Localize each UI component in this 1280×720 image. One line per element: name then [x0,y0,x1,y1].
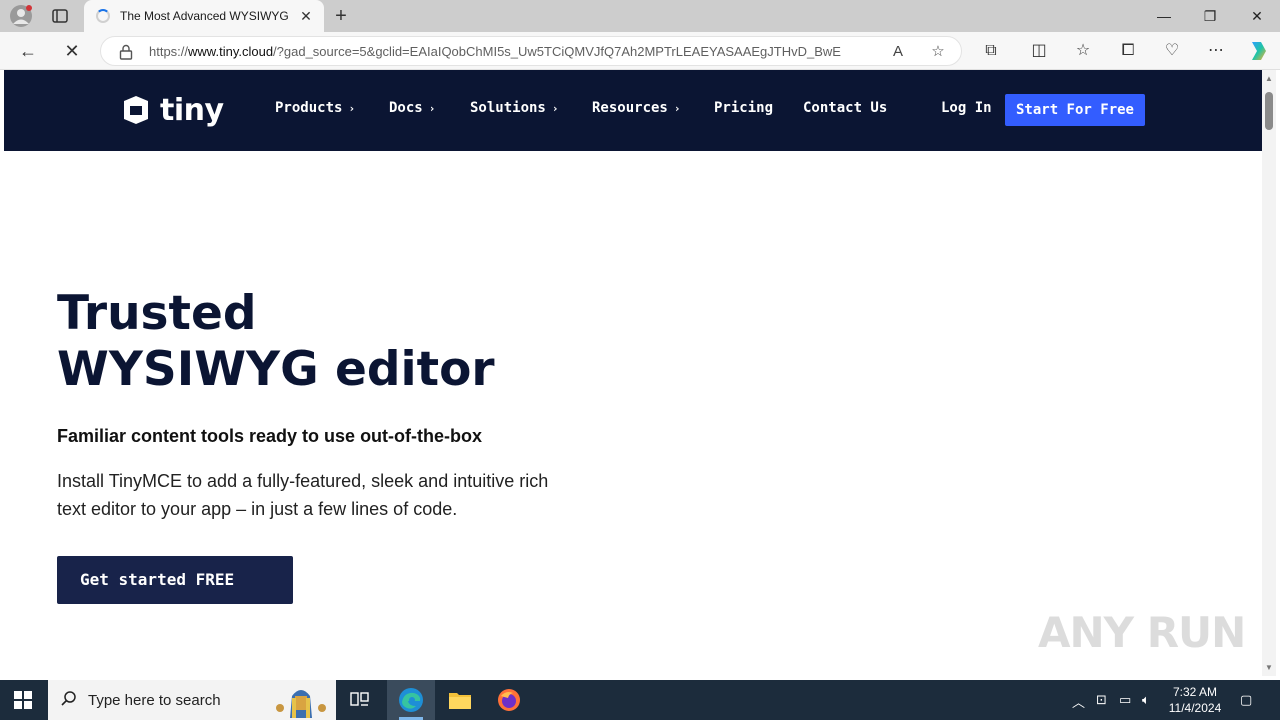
lock-icon[interactable] [119,44,133,60]
nav-docs[interactable]: Docs › [389,100,435,116]
nav-products[interactable]: Products › [275,100,355,116]
tab-close-icon[interactable]: ✕ [298,8,314,24]
hero-title: Trusted WYSIWYG editor [57,286,657,398]
extensions-icon[interactable]: ⧉ [981,41,1001,61]
windows-taskbar: Type here to search ︿ ⊡ ▭ 🔈︎ 7:32 AM 11/… [0,680,1280,720]
back-icon[interactable]: ← [18,41,38,61]
loading-spinner-icon [96,9,110,23]
restore-icon[interactable]: ❐ [1187,0,1233,32]
meet-now-icon[interactable]: ⊡ [1096,692,1107,708]
new-tab-icon[interactable]: + [330,5,352,27]
nav-resources[interactable]: Resources › [592,100,680,116]
site-header: tiny Products › Docs › Solutions › Resource… [4,70,1262,151]
favorites-icon[interactable]: ☆ [1073,41,1093,61]
windows-start-icon[interactable] [14,691,32,709]
tab-actions-icon[interactable] [50,6,70,26]
show-hidden-icons-icon[interactable]: ︿ [1072,692,1085,711]
file-explorer-icon[interactable] [436,680,484,720]
profile-avatar-icon[interactable] [10,5,32,27]
hero-description: Install TinyMCE to add a fully-featured,… [57,471,549,519]
stop-loading-icon[interactable]: ✕ [62,41,82,61]
settings-more-icon[interactable]: ⋯ [1206,41,1226,61]
browser-tab-bar: The Most Advanced WYSIWYG Ed ✕ + — ❐ ✕ [0,0,1280,32]
copilot-icon[interactable] [1246,39,1270,63]
hero-title-line1: Trusted [57,286,257,341]
read-aloud-icon[interactable]: A [889,43,907,61]
network-icon[interactable]: ▭ [1119,692,1131,708]
notifications-icon[interactable]: ▢ [1240,692,1252,708]
anyrun-watermark: ANY RUN [1038,608,1246,657]
scroll-down-arrow-icon[interactable]: ▼ [1265,663,1273,672]
window-close-icon[interactable]: ✕ [1234,0,1280,32]
browser-essentials-icon[interactable]: ♡ [1162,41,1182,61]
task-view-icon[interactable] [336,680,384,720]
taskbar-search-box[interactable]: Type here to search [48,680,336,720]
nav-pricing[interactable]: Pricing [714,100,773,116]
search-placeholder: Type here to search [88,692,221,709]
chevron-right-icon: › [673,102,681,115]
search-icon [61,691,76,706]
volume-icon[interactable]: 🔈︎ [1142,692,1150,708]
clock-date: 11/4/2024 [1168,701,1222,715]
chevron-right-icon: › [428,102,436,115]
hero-subtitle: Familiar content tools ready to use out-… [57,426,483,446]
taskbar-clock[interactable]: 7:32 AM 11/4/2024 [1160,684,1230,716]
page-scrollbar[interactable]: ▲ ▼ [1262,70,1276,676]
clock-time: 7:32 AM [1172,685,1218,699]
get-started-button[interactable]: Get started FREE [57,556,293,604]
minimize-icon[interactable]: — [1141,0,1187,32]
favorite-star-icon[interactable]: ☆ [929,43,947,61]
edge-taskbar-icon[interactable] [387,680,435,720]
web-page: tiny Products › Docs › Solutions › Resource… [4,70,1262,676]
url-text[interactable]: https://www.tiny.cloud/?gad_source=5&gcl… [149,44,869,59]
nav-contact[interactable]: Contact Us [803,100,887,116]
firefox-icon[interactable] [485,680,533,720]
nav-solutions[interactable]: Solutions › [470,100,558,116]
chevron-right-icon: › [348,102,356,115]
login-link[interactable]: Log In [941,100,992,116]
browser-toolbar: ← ✕ https://www.tiny.cloud/?gad_source=5… [0,32,1280,70]
scroll-up-arrow-icon[interactable]: ▲ [1265,74,1273,83]
hero-title-line2: WYSIWYG editor [57,342,495,397]
start-for-free-button[interactable]: Start For Free [1005,94,1145,126]
logo-wordmark: tiny [160,92,224,128]
chevron-right-icon: › [551,102,559,115]
split-screen-icon[interactable]: ◫ [1029,41,1049,61]
search-highlight-pharaoh-icon [276,690,326,718]
tab-title: The Most Advanced WYSIWYG Ed [120,9,290,23]
collections-icon[interactable]: ⧠ [1118,41,1138,61]
tiny-logo[interactable]: tiny [120,92,224,128]
tiny-logo-icon [124,96,148,124]
browser-tab-active[interactable]: The Most Advanced WYSIWYG Ed ✕ [84,0,324,32]
address-bar[interactable]: https://www.tiny.cloud/?gad_source=5&gcl… [100,36,962,66]
scrollbar-thumb[interactable] [1265,92,1273,130]
